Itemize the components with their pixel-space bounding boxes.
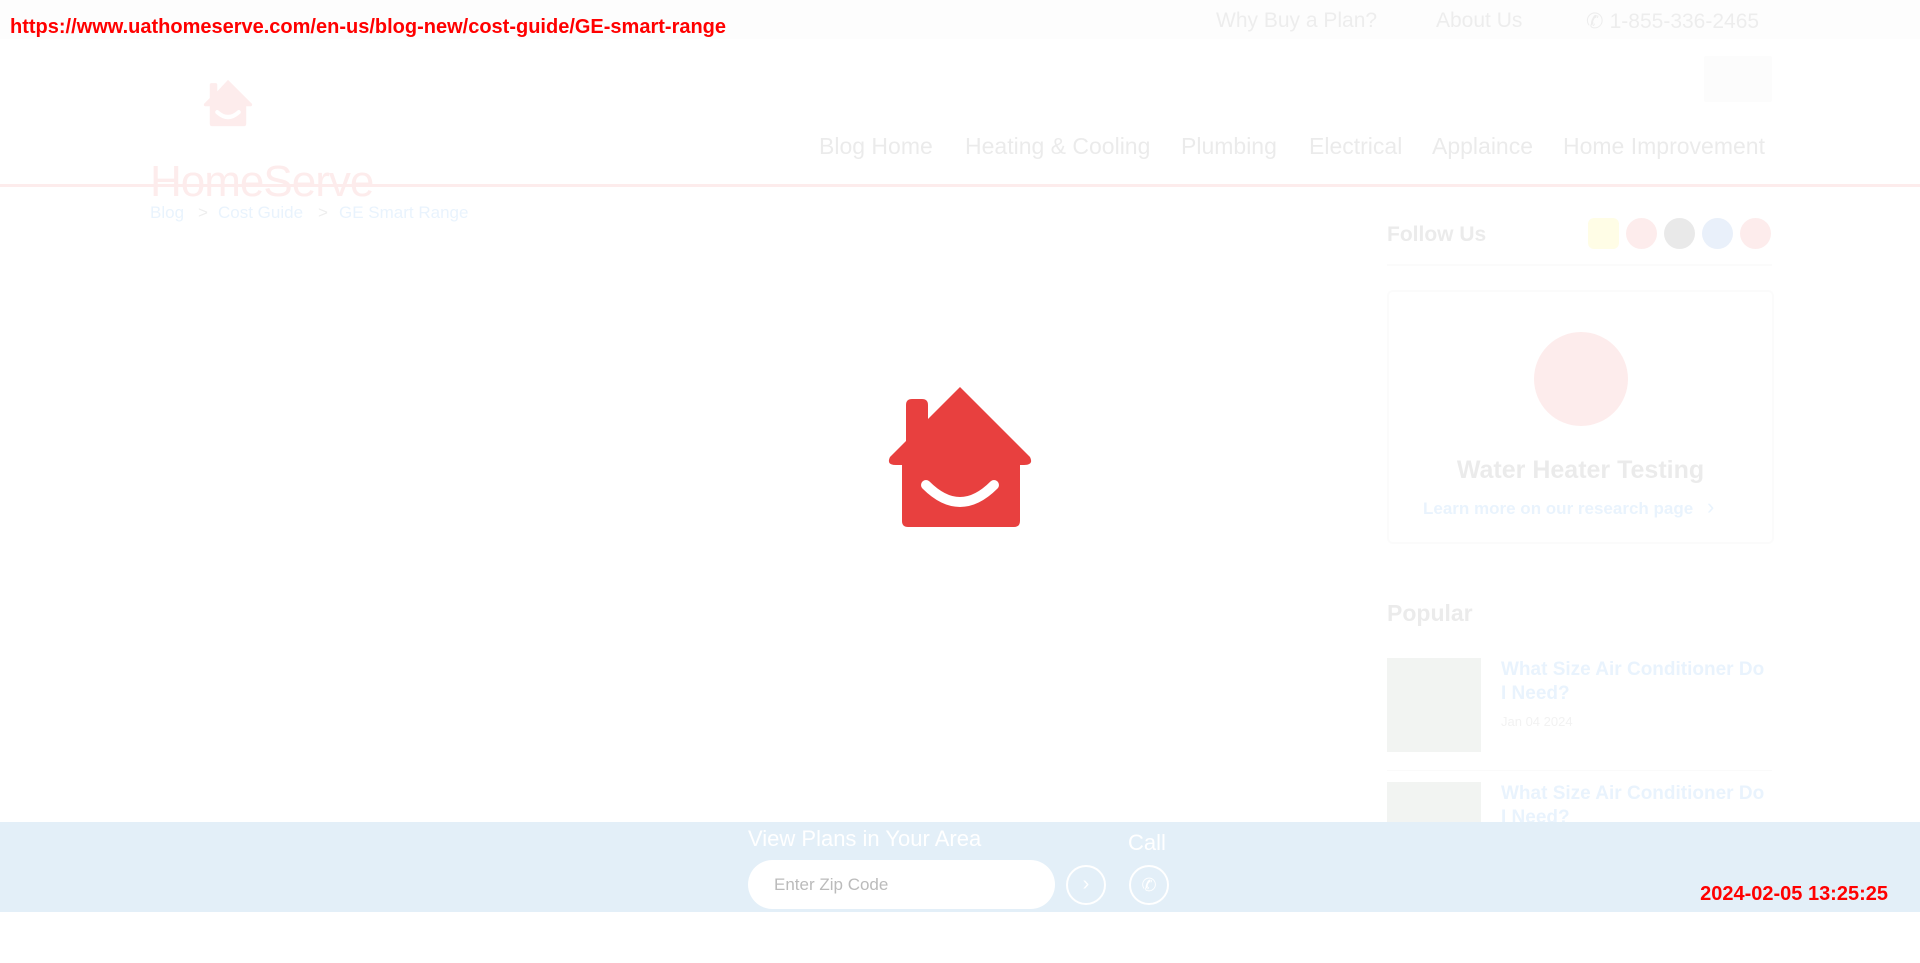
phone-link[interactable]: ✆ 1-855-336-2465	[1586, 9, 1759, 34]
breadcrumb-separator: >	[318, 203, 328, 222]
nav-electrical[interactable]: Electrical	[1309, 133, 1402, 160]
zip-search-bar: View Plans in Your Area › Call ✆	[0, 822, 1920, 912]
popular-thumbnail	[1387, 782, 1481, 822]
tiktok-icon[interactable]	[1664, 218, 1695, 249]
zip-submit-button[interactable]: ›	[1066, 865, 1106, 905]
popular-thumbnail	[1387, 658, 1481, 752]
youtube-icon[interactable]	[1626, 218, 1657, 249]
research-card: Water Heater Testing Learn more on our r…	[1387, 290, 1774, 544]
chevron-right-icon: ›	[1707, 494, 1715, 519]
logo-wordmark: HomeServe	[150, 157, 374, 206]
breadcrumb-current: GE Smart Range	[339, 203, 469, 222]
snapchat-icon[interactable]	[1588, 218, 1619, 249]
breadcrumb-blog[interactable]: Blog	[150, 203, 184, 223]
video-camera-icon[interactable]	[1740, 218, 1771, 249]
popular-date: Jan 04 2024	[1501, 714, 1573, 729]
follow-divider	[1387, 264, 1772, 266]
nav-blog-home[interactable]: Blog Home	[819, 133, 933, 160]
card-title: Water Heater Testing	[1456, 456, 1705, 484]
why-buy-link[interactable]: Why Buy a Plan?	[1216, 9, 1377, 33]
nav-appliance[interactable]: Applaince	[1432, 133, 1533, 160]
phone-icon: ✆	[1586, 10, 1604, 33]
zip-code-input[interactable]	[748, 860, 1055, 909]
thumbs-up-icon	[1534, 332, 1628, 426]
timestamp: 2024-02-05 13:25:25	[1700, 883, 1888, 905]
breadcrumb-cost-guide[interactable]: Cost Guide	[218, 203, 303, 223]
phone-icon: ✆	[1141, 875, 1157, 895]
about-link[interactable]: About Us	[1436, 9, 1522, 33]
site-header: HomeServe Blog Home Heating & Cooling Pl…	[0, 39, 1920, 206]
phone-number: 1-855-336-2465	[1609, 9, 1760, 33]
url-stamp: https://www.uathomeserve.com/en-us/blog-…	[10, 16, 727, 38]
research-link[interactable]: Learn more on our research page	[1423, 499, 1693, 519]
breadcrumb-separator: >	[198, 203, 208, 222]
header-divider	[0, 184, 1920, 187]
chevron-right-icon: ›	[1082, 873, 1090, 895]
nav-plumbing[interactable]: Plumbing	[1181, 133, 1277, 160]
call-button[interactable]: ✆	[1129, 865, 1169, 905]
nav-home-improvement[interactable]: Home Improvement	[1563, 133, 1765, 160]
linkedin-icon[interactable]	[1702, 218, 1733, 249]
search-button[interactable]	[1704, 56, 1772, 102]
house-logo-icon	[203, 79, 253, 127]
call-label: Call	[1128, 830, 1166, 855]
homeserve-logo[interactable]: HomeServe	[150, 79, 374, 206]
nav-heating-cooling[interactable]: Heating & Cooling	[965, 133, 1150, 160]
follow-us-label: Follow Us	[1387, 223, 1487, 246]
view-plans-label: View Plans in Your Area	[748, 826, 982, 851]
loading-house-icon	[888, 387, 1032, 527]
popular-divider	[1387, 770, 1772, 771]
popular-heading: Popular	[1387, 600, 1473, 626]
popular-title[interactable]: What Size Air Conditioner Do I Need?	[1501, 658, 1772, 706]
